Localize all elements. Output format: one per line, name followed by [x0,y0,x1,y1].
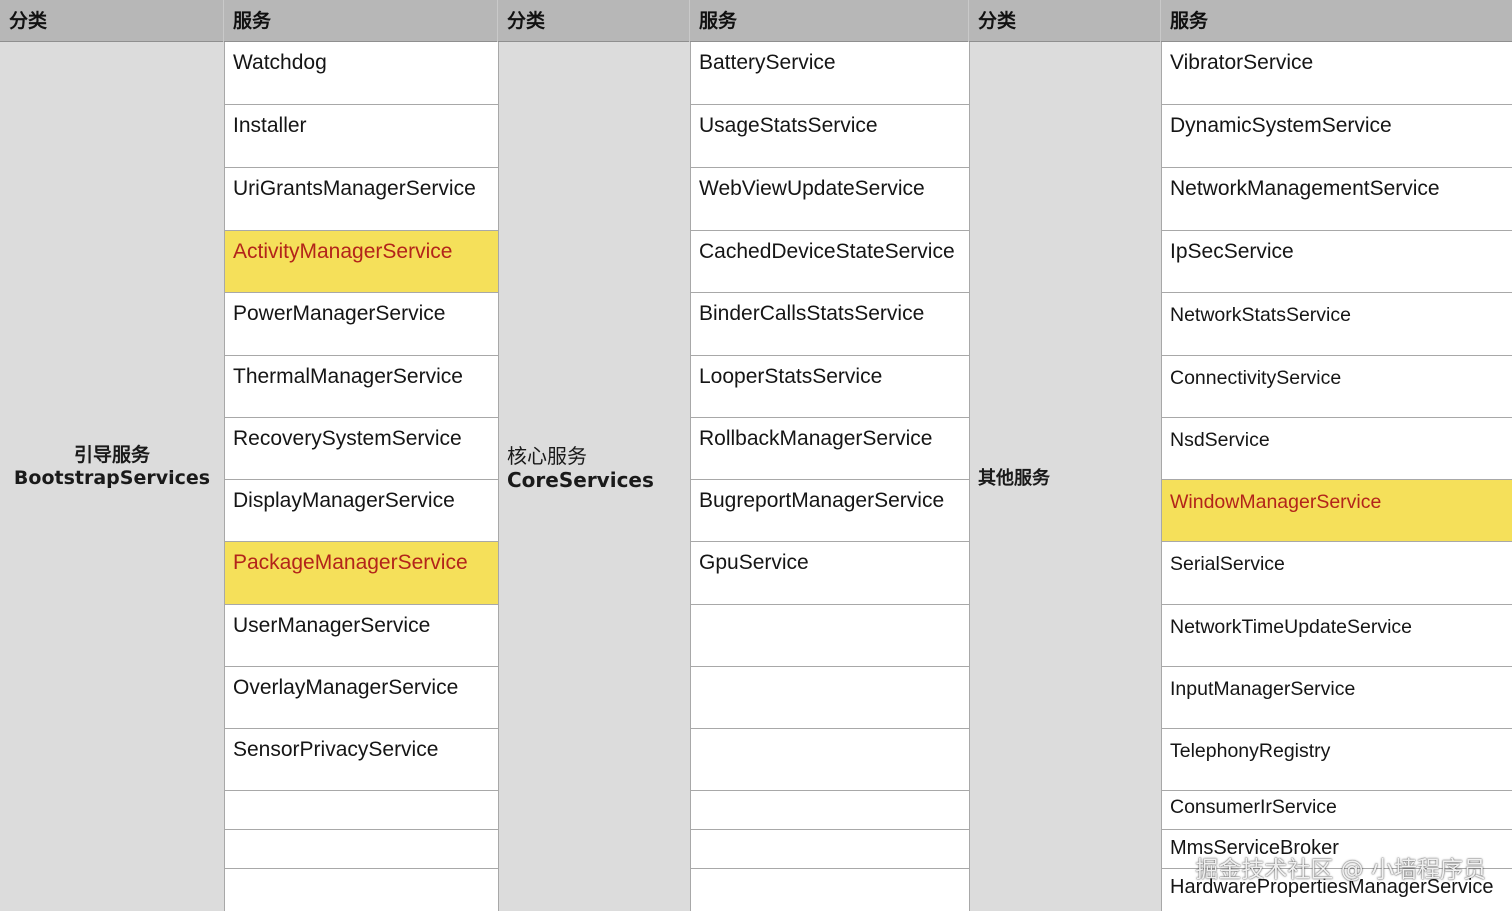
empty-row [691,869,969,909]
category-bootstrap: 引导服务 BootstrapServices [0,42,224,911]
service-row: UserManagerService [225,605,498,667]
service-row: DynamicSystemService [1162,105,1512,168]
category-core: 核心服务 CoreServices [499,42,690,911]
service-row: HardwarePropertiesManagerService [1170,876,1494,898]
service-row: BinderCallsStatsService [691,293,969,356]
service-row: DisplayManagerService [225,480,498,542]
service-row: Watchdog [225,42,498,105]
services-table: 分类 服务 分类 服务 分类 服务 引导服务 BootstrapServices… [0,0,1512,911]
service-row: LooperStatsService [691,356,969,418]
service-row: VibratorService [1162,42,1512,105]
service-row: OverlayManagerService [225,667,498,729]
service-row: MmsServiceBroker [1162,830,1512,869]
service-row: UsageStatsService [691,105,969,168]
service-row: CachedDeviceStateService [691,231,969,293]
service-row: BugreportManagerService [691,480,969,542]
service-row: WindowManagerService [1162,480,1512,542]
header-service-2: 服务 [690,0,969,42]
service-row: ActivityManagerService [225,231,498,293]
category-core-label-en: CoreServices [507,468,654,492]
service-row: ConnectivityService [1162,356,1512,418]
header-category-3: 分类 [969,0,1161,42]
category-other-label: 其他服务 [978,468,1050,489]
services-column-core: BatteryService UsageStatsService WebViewUp… [690,42,970,911]
empty-row [691,830,969,869]
empty-row [225,869,498,909]
header-category-1: 分类 [0,0,224,42]
header-service-1: 服务 [224,0,498,42]
services-column-other: VibratorService DynamicSystemService Netwo… [1161,42,1512,911]
service-row: UriGrantsManagerService [225,168,498,231]
empty-row [691,791,969,830]
service-row: NsdService [1162,418,1512,480]
service-row: PackageManagerService [225,542,498,605]
service-row: ConsumerIrService [1162,791,1512,830]
category-other: 其他服务 [970,42,1161,911]
empty-row [691,667,969,729]
service-row: NetworkStatsService [1162,293,1512,356]
service-row: ThermalManagerService [225,356,498,418]
service-row: RecoverySystemService [225,418,498,480]
service-row: GpuService [691,542,969,605]
service-row: PowerManagerService [225,293,498,356]
empty-row [225,830,498,869]
service-row: Installer [225,105,498,168]
category-bootstrap-label-en: BootstrapServices [13,467,211,489]
empty-row [225,791,498,830]
service-row: InputManagerService [1162,667,1512,729]
service-row: NetworkManagementService [1162,168,1512,231]
header-service-3: 服务 [1170,10,1209,32]
category-bootstrap-label: 引导服务 [73,444,150,466]
service-row: SerialService [1162,542,1512,605]
service-row: SensorPrivacyService [225,729,498,791]
service-row: WebViewUpdateService [691,168,969,231]
service-row: TelephonyRegistry [1162,729,1512,791]
empty-row [691,605,969,667]
service-row: BatteryService [691,42,969,105]
header-category-2: 分类 [498,0,690,42]
service-row: RollbackManagerService [691,418,969,480]
services-column-bootstrap: Watchdog Installer UriGrantsManagerService… [224,42,499,911]
empty-row [691,729,969,791]
category-core-label: 核心服务 [507,444,587,468]
service-row: NetworkTimeUpdateService [1162,605,1512,667]
service-row: IpSecService [1162,231,1512,293]
